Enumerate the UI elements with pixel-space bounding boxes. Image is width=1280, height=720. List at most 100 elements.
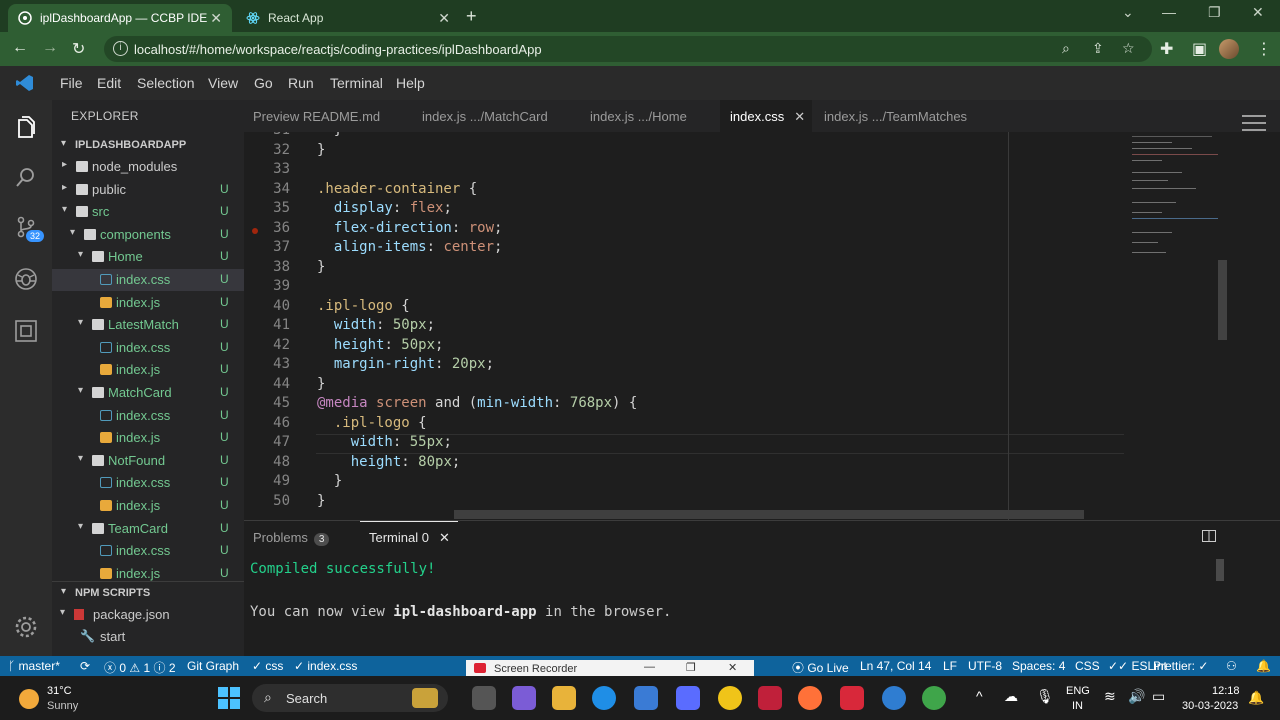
tab-matchcard-js[interactable]: index.js .../MatchCard (412, 100, 570, 132)
minimize-icon[interactable]: — (1162, 4, 1176, 20)
tab-preview-readme[interactable]: Preview README.md (244, 100, 402, 132)
vscode-app-icon[interactable] (882, 686, 906, 710)
close-icon[interactable]: ✕ (439, 530, 450, 545)
firefox-icon[interactable] (798, 686, 822, 710)
cursor-position[interactable]: Ln 47, Col 14 (860, 659, 931, 673)
restore-icon[interactable]: ❐ (686, 661, 696, 674)
folder-item[interactable]: ▾ TeamCard U (52, 518, 244, 540)
star-icon[interactable]: ☆ (1122, 40, 1135, 57)
project-section-header[interactable]: ▾ IPLDASHBOARDAPP (52, 134, 244, 156)
extensions-view-icon[interactable] (13, 318, 39, 344)
breadcrumb-lang[interactable]: ✓ css (252, 659, 283, 673)
menu-view[interactable]: View (208, 75, 238, 91)
problems-status[interactable]: ⓧ 0 ⚠ 1 ⓘ 2 (104, 659, 176, 676)
minimize-icon[interactable]: — (644, 661, 655, 673)
go-live-button[interactable]: ⦿ Go Live (792, 659, 849, 676)
prettier-status[interactable]: Prettier: ✓ (1153, 659, 1208, 673)
file-item[interactable]: index.css U (52, 472, 244, 494)
search-icon[interactable] (13, 164, 39, 190)
debug-icon[interactable] (13, 266, 39, 292)
windows-start-icon[interactable] (218, 687, 240, 709)
breadcrumb-file[interactable]: ✓ index.css (294, 659, 357, 673)
file-item[interactable]: index.css U (52, 269, 244, 291)
sync-icon[interactable]: ⟳ (80, 659, 90, 673)
wifi-icon[interactable]: ≋ (1104, 688, 1116, 705)
npm-package-json[interactable]: ▾ package.json (52, 604, 244, 626)
menu-go[interactable]: Go (254, 75, 273, 91)
sidepanel-icon[interactable]: ▣ (1192, 39, 1207, 59)
menu-terminal[interactable]: Terminal (330, 75, 383, 91)
folder-item[interactable]: ▾ src U (52, 201, 244, 223)
chevron-up-icon[interactable]: ^ (976, 688, 983, 704)
menu-selection[interactable]: Selection (137, 75, 195, 91)
zoom-icon[interactable]: ⌕ (1062, 40, 1070, 57)
cloud-icon[interactable]: ☁ (1004, 688, 1018, 705)
restore-icon[interactable]: ❐ (1208, 4, 1221, 21)
folder-item[interactable]: ▸ public U (52, 179, 244, 201)
close-icon[interactable]: ✕ (728, 661, 737, 674)
npm-script-start[interactable]: 🔧 start (52, 626, 244, 648)
browser-tab-react[interactable]: React App ✕ (236, 4, 460, 32)
indent-status[interactable]: Spaces: 4 (1012, 659, 1065, 673)
avatar[interactable] (1219, 39, 1239, 59)
forward-icon[interactable]: → (42, 39, 58, 57)
battery-icon[interactable]: ▭ (1152, 688, 1165, 705)
folder-item[interactable]: ▾ LatestMatch U (52, 314, 244, 336)
extensions-icon[interactable]: ✚ (1160, 39, 1173, 59)
tab-home-js[interactable]: index.js .../Home (580, 100, 712, 132)
kebab-menu-icon[interactable]: ⋮ (1256, 39, 1272, 59)
reload-icon[interactable]: ↻ (72, 39, 85, 59)
file-item[interactable]: index.css U (52, 405, 244, 427)
code-editor[interactable]: 31 }32}3334.header-container {35 display… (244, 132, 1124, 520)
screen-recorder-bar[interactable]: Screen Recorder — ❐ ✕ (466, 660, 754, 676)
notification-icon[interactable]: 🔔 (1248, 690, 1264, 706)
file-item[interactable]: index.js U (52, 495, 244, 517)
chevron-down-icon[interactable]: ⌄ (1122, 4, 1134, 21)
clock-time[interactable]: 12:18 (1212, 685, 1240, 697)
file-item[interactable]: index.js U (52, 359, 244, 381)
folder-item[interactable]: ▾ NotFound U (52, 450, 244, 472)
folder-item[interactable]: ▸ node_modules (52, 156, 244, 178)
menu-help[interactable]: Help (396, 75, 425, 91)
horizontal-scrollbar[interactable] (454, 510, 1084, 519)
menu-edit[interactable]: Edit (97, 75, 121, 91)
list-menu-icon[interactable] (1242, 114, 1266, 132)
chrome-icon[interactable] (922, 686, 946, 710)
back-icon[interactable]: ← (12, 39, 28, 57)
bell-icon[interactable]: 🔔 (1256, 659, 1271, 673)
file-explorer-icon[interactable] (552, 686, 576, 710)
new-tab-icon[interactable]: + (466, 6, 477, 27)
edge-icon[interactable] (592, 686, 616, 710)
split-panel-icon[interactable] (1202, 530, 1216, 542)
file-item[interactable]: index.js U (52, 427, 244, 449)
input-lang[interactable]: ENG (1066, 685, 1090, 697)
tab-teammatches-js[interactable]: index.js .../TeamMatches (814, 100, 984, 132)
window-close-icon[interactable]: ✕ (1252, 4, 1264, 21)
taskbar-search[interactable]: ⌕ Search (252, 684, 448, 712)
encoding-status[interactable]: UTF-8 (968, 659, 1002, 673)
minimap[interactable] (1124, 132, 1228, 520)
volume-icon[interactable]: 🔊 (1128, 688, 1145, 705)
accounts-icon[interactable]: ⚇ (1226, 659, 1237, 673)
folder-item[interactable]: ▾ Home U (52, 246, 244, 268)
weather-sun-icon[interactable] (19, 689, 39, 709)
close-icon[interactable]: ✕ (794, 109, 805, 124)
npm-scripts-header[interactable]: ▾ NPM SCRIPTS (52, 581, 244, 603)
share-icon[interactable]: ⇪ (1092, 40, 1104, 57)
file-item[interactable]: index.css U (52, 540, 244, 562)
explorer-icon[interactable] (13, 114, 39, 140)
chrome-canary-icon[interactable] (718, 686, 742, 710)
close-icon[interactable]: ✕ (210, 10, 222, 27)
store-icon[interactable] (634, 686, 658, 710)
browser-tab-ide[interactable]: iplDashboardApp — CCBP IDE ✕ (8, 4, 232, 32)
settings-gear-icon[interactable] (13, 614, 39, 640)
tab-problems[interactable]: Problems 3 (253, 530, 330, 546)
editor-vertical-scrollbar[interactable] (1218, 260, 1227, 340)
git-graph-button[interactable]: Git Graph (187, 659, 239, 673)
address-bar[interactable]: i localhost/#/home/workspace/reactjs/cod… (104, 36, 1152, 62)
language-mode[interactable]: CSS (1075, 659, 1100, 673)
folder-item[interactable]: ▾ MatchCard U (52, 382, 244, 404)
teams-icon[interactable] (512, 686, 536, 710)
menu-run[interactable]: Run (288, 75, 314, 91)
site-info-icon[interactable]: i (113, 41, 128, 56)
